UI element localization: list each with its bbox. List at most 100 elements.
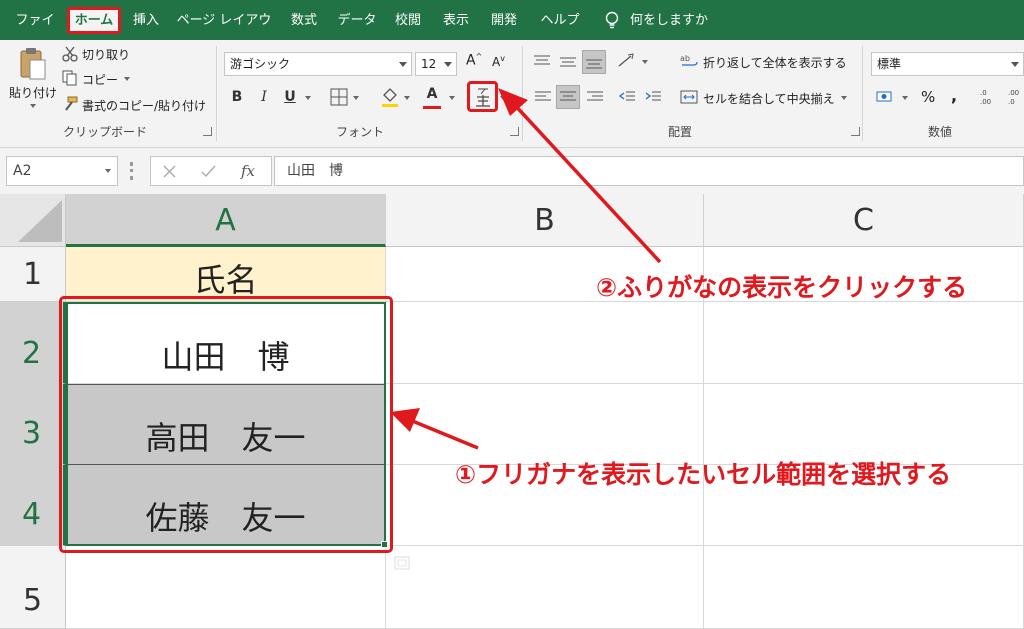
clipboard-launcher-icon[interactable] [203, 127, 212, 136]
borders-icon[interactable] [330, 88, 348, 106]
paste-label[interactable]: 貼り付け [9, 84, 57, 101]
align-left-icon[interactable] [534, 90, 552, 104]
number-format-select[interactable]: 標準 [871, 52, 1024, 76]
scissors-icon [62, 46, 78, 62]
tab-file[interactable]: ファイル [10, 7, 60, 55]
number-format-value: 標準 [877, 57, 902, 71]
column-header-c[interactable]: C [704, 194, 1024, 247]
cell-c2[interactable] [704, 302, 1024, 384]
cell-b2[interactable] [386, 302, 704, 384]
phonetic-dropdown-caret[interactable] [500, 96, 506, 100]
tab-developer[interactable]: 開発 [484, 7, 524, 34]
cell-c3[interactable] [704, 384, 1024, 465]
name-box-value: A2 [13, 163, 32, 179]
alignment-launcher-icon[interactable] [851, 127, 860, 136]
orientation-dropdown-caret[interactable] [642, 60, 648, 64]
tab-review[interactable]: 校閲 [388, 7, 428, 34]
merge-dropdown-caret[interactable] [841, 96, 847, 100]
tab-formulas[interactable]: 数式 [284, 7, 324, 34]
tab-data[interactable]: データ [334, 7, 380, 34]
paste-dropdown-caret[interactable] [30, 104, 36, 108]
font-name-select[interactable]: 游ゴシック [224, 52, 412, 76]
font-size-select[interactable]: 12 [415, 52, 457, 76]
font-launcher-icon[interactable] [510, 127, 519, 136]
merge-center-button[interactable]: セルを結合して中央揃え [703, 90, 835, 107]
tab-page-layout[interactable]: ページ レイアウト [172, 7, 276, 55]
merge-center-icon [680, 90, 698, 104]
increase-font-size-icon[interactable]: A^ [466, 52, 482, 69]
paste-icon[interactable] [18, 46, 48, 82]
formula-bar-grip[interactable] [130, 162, 133, 180]
bold-button[interactable]: B [228, 87, 246, 107]
cell-c5[interactable] [704, 546, 1024, 629]
number-group-label: 数値 [927, 125, 952, 139]
tab-home[interactable]: ホーム [67, 7, 121, 34]
name-box[interactable]: A2 [6, 156, 118, 186]
comma-button[interactable]: , [951, 86, 957, 105]
orientation-icon[interactable] [617, 52, 637, 70]
percent-button[interactable]: % [921, 88, 935, 106]
chevron-down-icon [399, 62, 407, 67]
menu-tab-bar: ファイル ホーム 挿入 ページ レイアウト 数式 データ 校閲 表示 開発 ヘル… [0, 0, 1024, 55]
copy-button[interactable]: コピー [82, 71, 118, 88]
font-color-button[interactable]: A [423, 84, 441, 104]
cancel-icon[interactable] [163, 165, 176, 178]
italic-button[interactable]: I [255, 87, 273, 107]
select-all-corner[interactable] [0, 194, 66, 247]
formula-input[interactable]: 山田 博 [274, 156, 1024, 186]
selection-highlight-box [59, 296, 393, 553]
select-all-triangle-icon [18, 200, 62, 242]
wrap-text-button[interactable]: 折り返して全体を表示する [703, 54, 847, 71]
increase-decimal-icon[interactable]: .0 .00 [978, 87, 998, 107]
formula-bar-tools: fx [150, 156, 272, 186]
decrease-font-size-icon[interactable]: Av [492, 54, 505, 69]
phonetic-guide-icon[interactable] [474, 86, 492, 108]
alignment-group-label: 配置 [667, 125, 692, 139]
cell-a1-text: 氏名 [193, 261, 258, 299]
cell-a5[interactable] [66, 546, 386, 629]
svg-text:.0: .0 [1008, 98, 1015, 106]
decrease-decimal-icon[interactable]: .00 .0 [1006, 87, 1024, 107]
enter-check-icon[interactable] [201, 165, 216, 178]
quick-analysis-icon[interactable] [394, 556, 410, 570]
tab-view[interactable]: 表示 [436, 7, 476, 34]
insert-function-button[interactable]: fx [241, 162, 255, 180]
cell-a1[interactable]: 氏名 [66, 247, 386, 302]
svg-text:.00: .00 [1008, 89, 1019, 97]
cell-b3[interactable] [386, 384, 704, 465]
chevron-down-icon [444, 62, 452, 67]
column-header-b[interactable]: B [386, 194, 704, 247]
row-header-3[interactable]: 3 [0, 384, 66, 465]
underline-button[interactable]: U [281, 87, 299, 107]
currency-icon[interactable] [876, 90, 896, 104]
align-middle-icon[interactable] [559, 54, 577, 68]
format-painter-button[interactable]: 書式のコピー/貼り付け [82, 97, 206, 114]
row-header-4[interactable]: 4 [0, 465, 66, 546]
svg-text:.00: .00 [980, 98, 991, 106]
borders-dropdown-caret[interactable] [353, 96, 359, 100]
row-header-1[interactable]: 1 [0, 247, 66, 302]
format-painter-icon [65, 96, 78, 111]
fill-color-dropdown-caret[interactable] [404, 96, 410, 100]
tab-help[interactable]: ヘルプ [534, 7, 586, 34]
font-color-swatch [423, 106, 441, 109]
chevron-down-icon [1011, 62, 1019, 67]
row-header-5[interactable]: 5 [0, 546, 66, 629]
tell-me-search[interactable]: 何をしますか [630, 7, 708, 34]
row-header-2[interactable]: 2 [0, 302, 66, 384]
font-color-dropdown-caret[interactable] [449, 96, 455, 100]
cell-b5[interactable] [386, 546, 704, 629]
tab-insert[interactable]: 挿入 [126, 7, 166, 34]
currency-dropdown-caret[interactable] [902, 96, 908, 100]
align-right-icon[interactable] [586, 90, 604, 104]
underline-dropdown-caret[interactable] [305, 96, 311, 100]
cut-button[interactable]: 切り取り [82, 46, 130, 63]
increase-indent-icon[interactable] [644, 90, 662, 104]
column-header-a[interactable]: A [66, 194, 386, 247]
align-top-icon[interactable] [533, 54, 551, 68]
copy-dropdown-caret[interactable] [124, 77, 130, 81]
svg-text:ab: ab [680, 54, 690, 63]
fill-color-icon[interactable] [380, 86, 400, 108]
copy-icon [62, 70, 77, 86]
decrease-indent-icon[interactable] [618, 90, 636, 104]
